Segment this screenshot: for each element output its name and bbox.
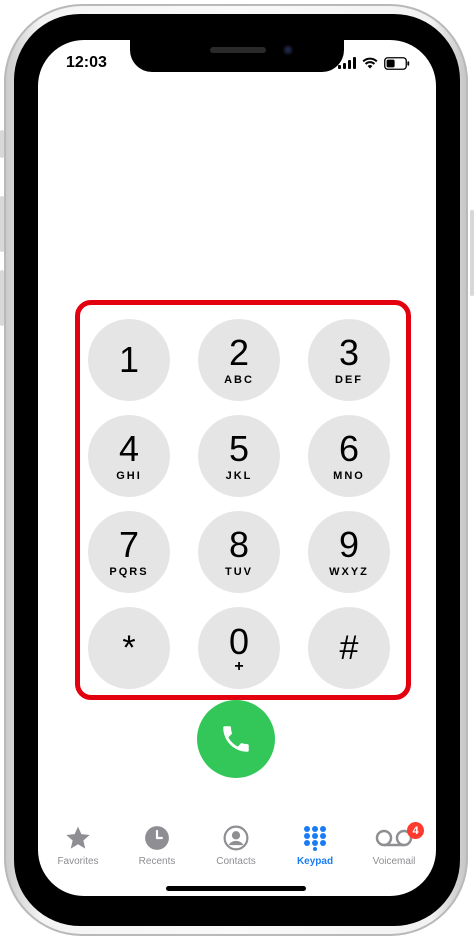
tab-recents[interactable]: Recents [117, 816, 197, 876]
battery-icon [384, 56, 410, 70]
key-digit: 4 [118, 427, 140, 469]
tab-bar: Favorites Recents Contacts Keypad 4 Voic… [38, 816, 436, 876]
tab-label: Favorites [57, 856, 99, 867]
key-letters: MNO [333, 469, 365, 482]
key-letters: JKL [225, 469, 253, 482]
key-5[interactable]: 5 JKL [198, 415, 280, 497]
key-star[interactable]: * [88, 607, 170, 689]
wifi-icon [362, 57, 378, 69]
key-letters: + [234, 658, 244, 675]
star-icon [63, 823, 93, 853]
voicemail-badge: 4 [407, 822, 424, 839]
key-hash[interactable]: # [308, 607, 390, 689]
screen: 12:03 1 2 ABC 3 DEF 4 GHI 5 JKL 6 MNO 7 … [38, 40, 436, 896]
tab-voicemail[interactable]: 4 Voicemail [354, 816, 434, 876]
tab-favorites[interactable]: Favorites [38, 816, 118, 876]
key-letters: DEF [335, 373, 363, 386]
key-3[interactable]: 3 DEF [308, 319, 390, 401]
tab-label: Voicemail [372, 856, 416, 867]
tab-label: Recents [138, 856, 176, 867]
key-letters: PQRS [109, 565, 149, 578]
tab-contacts[interactable]: Contacts [196, 816, 276, 876]
keypad-highlight-box: 1 2 ABC 3 DEF 4 GHI 5 JKL 6 MNO 7 PQRS 8… [75, 300, 411, 700]
key-digit: 2 [228, 331, 250, 373]
mute-switch [0, 130, 4, 158]
key-letters: GHI [116, 469, 142, 482]
key-4[interactable]: 4 GHI [88, 415, 170, 497]
person-circle-icon [221, 823, 251, 853]
key-digit: 6 [338, 427, 360, 469]
tab-keypad[interactable]: Keypad [275, 816, 355, 876]
cellular-signal-icon [338, 57, 356, 69]
key-letters: ABC [224, 373, 254, 386]
key-0[interactable]: 0 + [198, 607, 280, 689]
key-digit: # [339, 629, 359, 667]
keypad-grid-icon [300, 823, 330, 853]
key-9[interactable]: 9 WXYZ [308, 511, 390, 593]
key-digit: 3 [338, 331, 360, 373]
key-digit: * [122, 629, 136, 667]
key-digit: 8 [228, 523, 250, 565]
speaker-grille [210, 47, 266, 53]
phone-icon [223, 726, 249, 752]
clock-icon [142, 823, 172, 853]
key-letters: WXYZ [329, 565, 369, 578]
key-digit: 7 [118, 523, 140, 565]
home-indicator[interactable] [166, 886, 306, 891]
key-6[interactable]: 6 MNO [308, 415, 390, 497]
key-8[interactable]: 8 TUV [198, 511, 280, 593]
key-letters: TUV [225, 565, 253, 578]
key-digit: 5 [228, 427, 250, 469]
key-1[interactable]: 1 [88, 319, 170, 401]
front-camera [283, 45, 293, 55]
tab-label: Keypad [296, 856, 334, 867]
volume-up-button [0, 196, 4, 252]
key-digit: 0 [228, 621, 250, 662]
status-icons [338, 56, 410, 70]
key-2[interactable]: 2 ABC [198, 319, 280, 401]
power-button [470, 210, 474, 296]
status-time: 12:03 [66, 54, 107, 71]
call-button[interactable] [197, 700, 275, 778]
notch [130, 40, 344, 72]
key-digit: 1 [118, 339, 140, 380]
volume-down-button [0, 270, 4, 326]
tab-label: Contacts [216, 856, 256, 867]
key-7[interactable]: 7 PQRS [88, 511, 170, 593]
key-digit: 9 [338, 523, 360, 565]
